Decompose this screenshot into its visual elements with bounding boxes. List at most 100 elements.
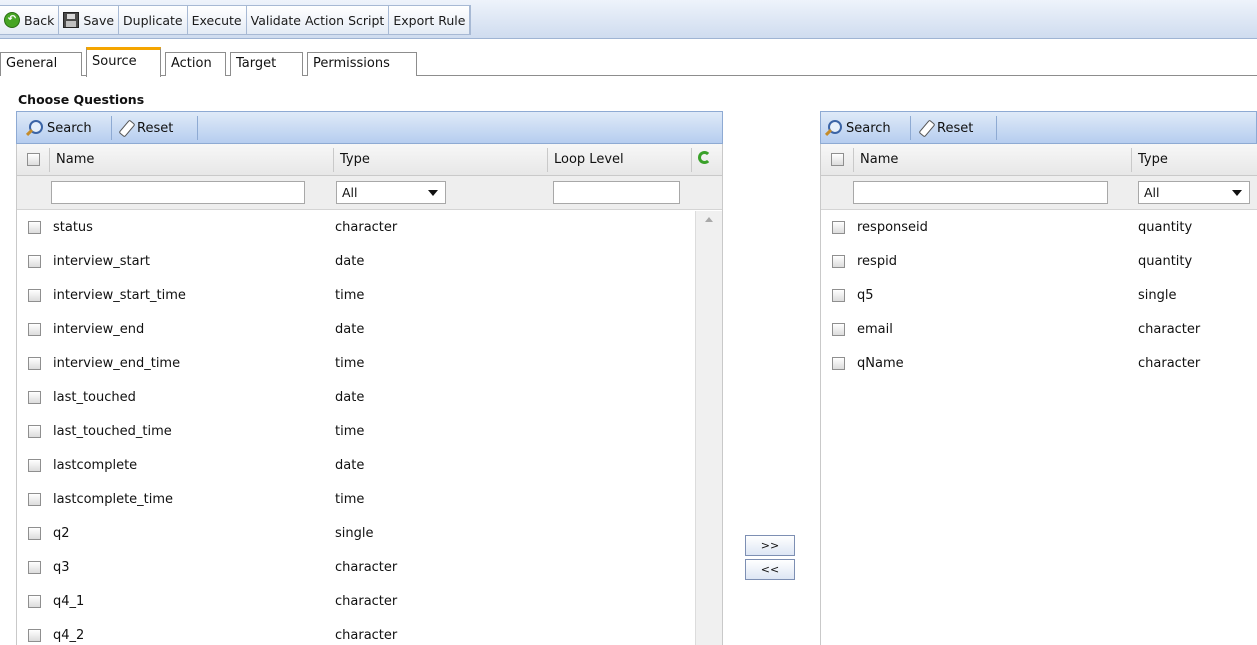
list-item[interactable]: interview_start date: [17, 245, 695, 279]
left-name-column-header[interactable]: Name: [50, 144, 94, 176]
question-name: interview_start_time: [53, 288, 186, 303]
right-filter-row: All: [821, 176, 1257, 210]
row-checkbox[interactable]: [832, 255, 845, 268]
back-button[interactable]: ↶ Back: [0, 6, 60, 34]
list-item[interactable]: last_touched_time time: [17, 415, 695, 449]
list-item[interactable]: last_touched date: [17, 381, 695, 415]
row-checkbox[interactable]: [28, 595, 41, 608]
question-type: character: [335, 220, 398, 235]
row-checkbox[interactable]: [832, 221, 845, 234]
tab-permissions[interactable]: Permissions: [307, 52, 417, 76]
list-item[interactable]: lastcomplete date: [17, 449, 695, 483]
add-selected-button[interactable]: >>: [745, 535, 795, 556]
question-type: character: [335, 594, 398, 609]
left-name-filter-input[interactable]: [51, 181, 305, 204]
duplicate-button[interactable]: Duplicate: [119, 6, 188, 34]
column-divider: [691, 148, 692, 172]
left-reset-button[interactable]: Reset: [117, 117, 178, 139]
right-name-column-header[interactable]: Name: [854, 144, 898, 176]
left-grid-header: Name Type Loop Level: [17, 144, 722, 176]
left-reset-label: Reset: [137, 120, 174, 136]
chevron-down-icon: [428, 190, 438, 196]
question-name: q2: [53, 526, 70, 541]
toolbar-divider: [111, 116, 112, 140]
row-checkbox[interactable]: [832, 323, 845, 336]
list-item[interactable]: qName character: [821, 347, 1257, 381]
left-loop-level-column-header[interactable]: Loop Level: [548, 144, 624, 176]
list-item[interactable]: interview_end_time time: [17, 347, 695, 381]
question-type: character: [1138, 356, 1201, 371]
tab-action[interactable]: Action: [165, 52, 226, 76]
chevron-down-icon: [1232, 190, 1242, 196]
list-item[interactable]: interview_start_time time: [17, 279, 695, 313]
row-checkbox[interactable]: [832, 357, 845, 370]
row-checkbox[interactable]: [28, 561, 41, 574]
right-select-all-checkbox[interactable]: [831, 153, 844, 166]
question-name: interview_start: [53, 254, 151, 269]
question-type: single: [1138, 288, 1177, 303]
question-type: character: [1138, 322, 1201, 337]
validate-action-script-button[interactable]: Validate Action Script: [247, 6, 390, 34]
question-name: interview_end_time: [53, 356, 181, 371]
right-panel-toolbar: Search Reset: [820, 111, 1257, 144]
left-select-all-checkbox[interactable]: [27, 153, 40, 166]
execute-button[interactable]: Execute: [188, 6, 247, 34]
save-label: Save: [83, 12, 115, 28]
row-checkbox[interactable]: [28, 289, 41, 302]
left-loop-level-filter-input[interactable]: [553, 181, 680, 204]
row-checkbox[interactable]: [28, 357, 41, 370]
right-question-list: responseid quantity respid quantity q5 single…: [821, 211, 1257, 645]
left-type-column-header[interactable]: Type: [334, 144, 370, 176]
question-name: last_touched_time: [53, 424, 172, 439]
tab-source[interactable]: Source: [86, 47, 161, 77]
row-checkbox[interactable]: [28, 493, 41, 506]
right-search-label: Search: [846, 120, 891, 136]
right-search-button[interactable]: Search: [824, 117, 896, 139]
row-checkbox[interactable]: [28, 323, 41, 336]
list-item[interactable]: q4_2 character: [17, 619, 695, 645]
tab-bar: General Source Action Target Permissions: [0, 46, 1257, 77]
eraser-icon: [117, 120, 133, 136]
left-type-filter-select[interactable]: All: [336, 181, 446, 204]
left-scrollbar[interactable]: [695, 211, 722, 645]
row-checkbox[interactable]: [28, 459, 41, 472]
tab-general[interactable]: General: [0, 52, 82, 76]
list-item[interactable]: interview_end date: [17, 313, 695, 347]
right-reset-button[interactable]: Reset: [917, 117, 978, 139]
export-rule-button[interactable]: Export Rule: [389, 6, 471, 34]
remove-selected-button[interactable]: <<: [745, 559, 795, 580]
list-item[interactable]: status character: [17, 211, 695, 245]
question-type: character: [335, 560, 398, 575]
question-type: time: [335, 424, 365, 439]
right-name-filter-input[interactable]: [853, 181, 1108, 204]
section-title: Choose Questions: [18, 92, 145, 107]
refresh-icon[interactable]: [698, 151, 711, 164]
question-type: time: [335, 288, 365, 303]
right-type-column-header[interactable]: Type: [1132, 144, 1168, 176]
row-checkbox[interactable]: [28, 527, 41, 540]
question-type: date: [335, 390, 365, 405]
tab-target[interactable]: Target: [230, 52, 303, 76]
row-checkbox[interactable]: [28, 391, 41, 404]
save-button[interactable]: Save: [59, 6, 120, 34]
list-item[interactable]: q4_1 character: [17, 585, 695, 619]
right-type-filter-select[interactable]: All: [1138, 181, 1250, 204]
row-checkbox[interactable]: [28, 221, 41, 234]
list-item[interactable]: email character: [821, 313, 1257, 347]
question-name: responseid: [857, 220, 928, 235]
list-item[interactable]: q3 character: [17, 551, 695, 585]
row-checkbox[interactable]: [28, 425, 41, 438]
list-item[interactable]: lastcomplete_time time: [17, 483, 695, 517]
list-item[interactable]: q5 single: [821, 279, 1257, 313]
list-item[interactable]: q2 single: [17, 517, 695, 551]
scroll-up-arrow-icon[interactable]: [705, 217, 713, 222]
list-item[interactable]: responseid quantity: [821, 211, 1257, 245]
list-item[interactable]: respid quantity: [821, 245, 1257, 279]
row-checkbox[interactable]: [28, 629, 41, 642]
question-name: email: [857, 322, 893, 337]
row-checkbox[interactable]: [28, 255, 41, 268]
question-name: last_touched: [53, 390, 136, 405]
left-search-button[interactable]: Search: [25, 117, 97, 139]
toolbar-divider: [910, 116, 911, 140]
row-checkbox[interactable]: [832, 289, 845, 302]
